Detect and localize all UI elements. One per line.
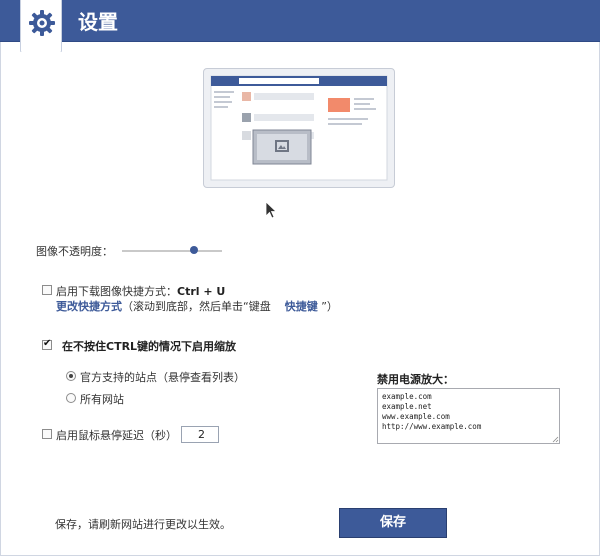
gear-icon xyxy=(29,10,55,36)
change-shortcut-link[interactable]: 更改快捷方式 xyxy=(56,300,122,313)
zoom-without-ctrl-checkbox[interactable] xyxy=(42,338,52,350)
page-title: 设置 xyxy=(78,10,118,34)
shortcut-keys: Ctrl + U xyxy=(177,285,226,298)
hover-delay-seconds-input[interactable] xyxy=(181,426,219,443)
resize-grip-icon[interactable] xyxy=(552,436,559,443)
hover-delay-label: 启用鼠标悬停延迟（秒） xyxy=(56,429,177,442)
radio-all-sites-label: 所有网站 xyxy=(80,393,124,406)
download-shortcut-label: 启用下载图像快捷方式：Ctrl + U xyxy=(56,283,225,299)
browser-mockup-illustration xyxy=(210,75,388,181)
save-note: 保存，请刷新网站进行更改以生效。 xyxy=(55,518,231,531)
shortcut-hint-after: ”） xyxy=(321,300,338,313)
preview-illustration xyxy=(203,68,395,188)
hover-delay-checkbox[interactable] xyxy=(42,429,52,439)
shortcut-hint-before: （滚动到底部，然后单击“键盘 xyxy=(122,300,271,313)
disabled-sites-textarea[interactable]: example.com example.net www.example.com … xyxy=(377,388,560,444)
header-bar: 设置 xyxy=(0,0,600,61)
disabled-sites-label: 禁用电源放大： xyxy=(377,373,454,386)
opacity-label: 图像不透明度： xyxy=(36,245,113,258)
opacity-slider-handle[interactable] xyxy=(190,246,198,254)
download-shortcut-text: 启用下载图像快捷方式： xyxy=(56,285,177,298)
radio-all-sites[interactable] xyxy=(66,393,76,403)
radio-supported-sites-label: 官方支持的站点（悬停查看列表） xyxy=(80,371,245,384)
opacity-slider-track[interactable] xyxy=(122,250,222,252)
mouse-cursor-icon xyxy=(265,201,277,219)
radio-supported-sites[interactable] xyxy=(66,371,76,381)
zoom-without-ctrl-label: 在不按住CTRL键的情况下启用缩放 xyxy=(62,340,237,353)
download-shortcut-checkbox[interactable] xyxy=(42,285,52,295)
save-button[interactable]: 保存 xyxy=(339,508,447,538)
shortcut-hint: 更改快捷方式（滚动到底部，然后单击“键盘 快捷键 ”） xyxy=(56,298,338,314)
shortcut-keys-link[interactable]: 快捷键 xyxy=(285,300,318,313)
